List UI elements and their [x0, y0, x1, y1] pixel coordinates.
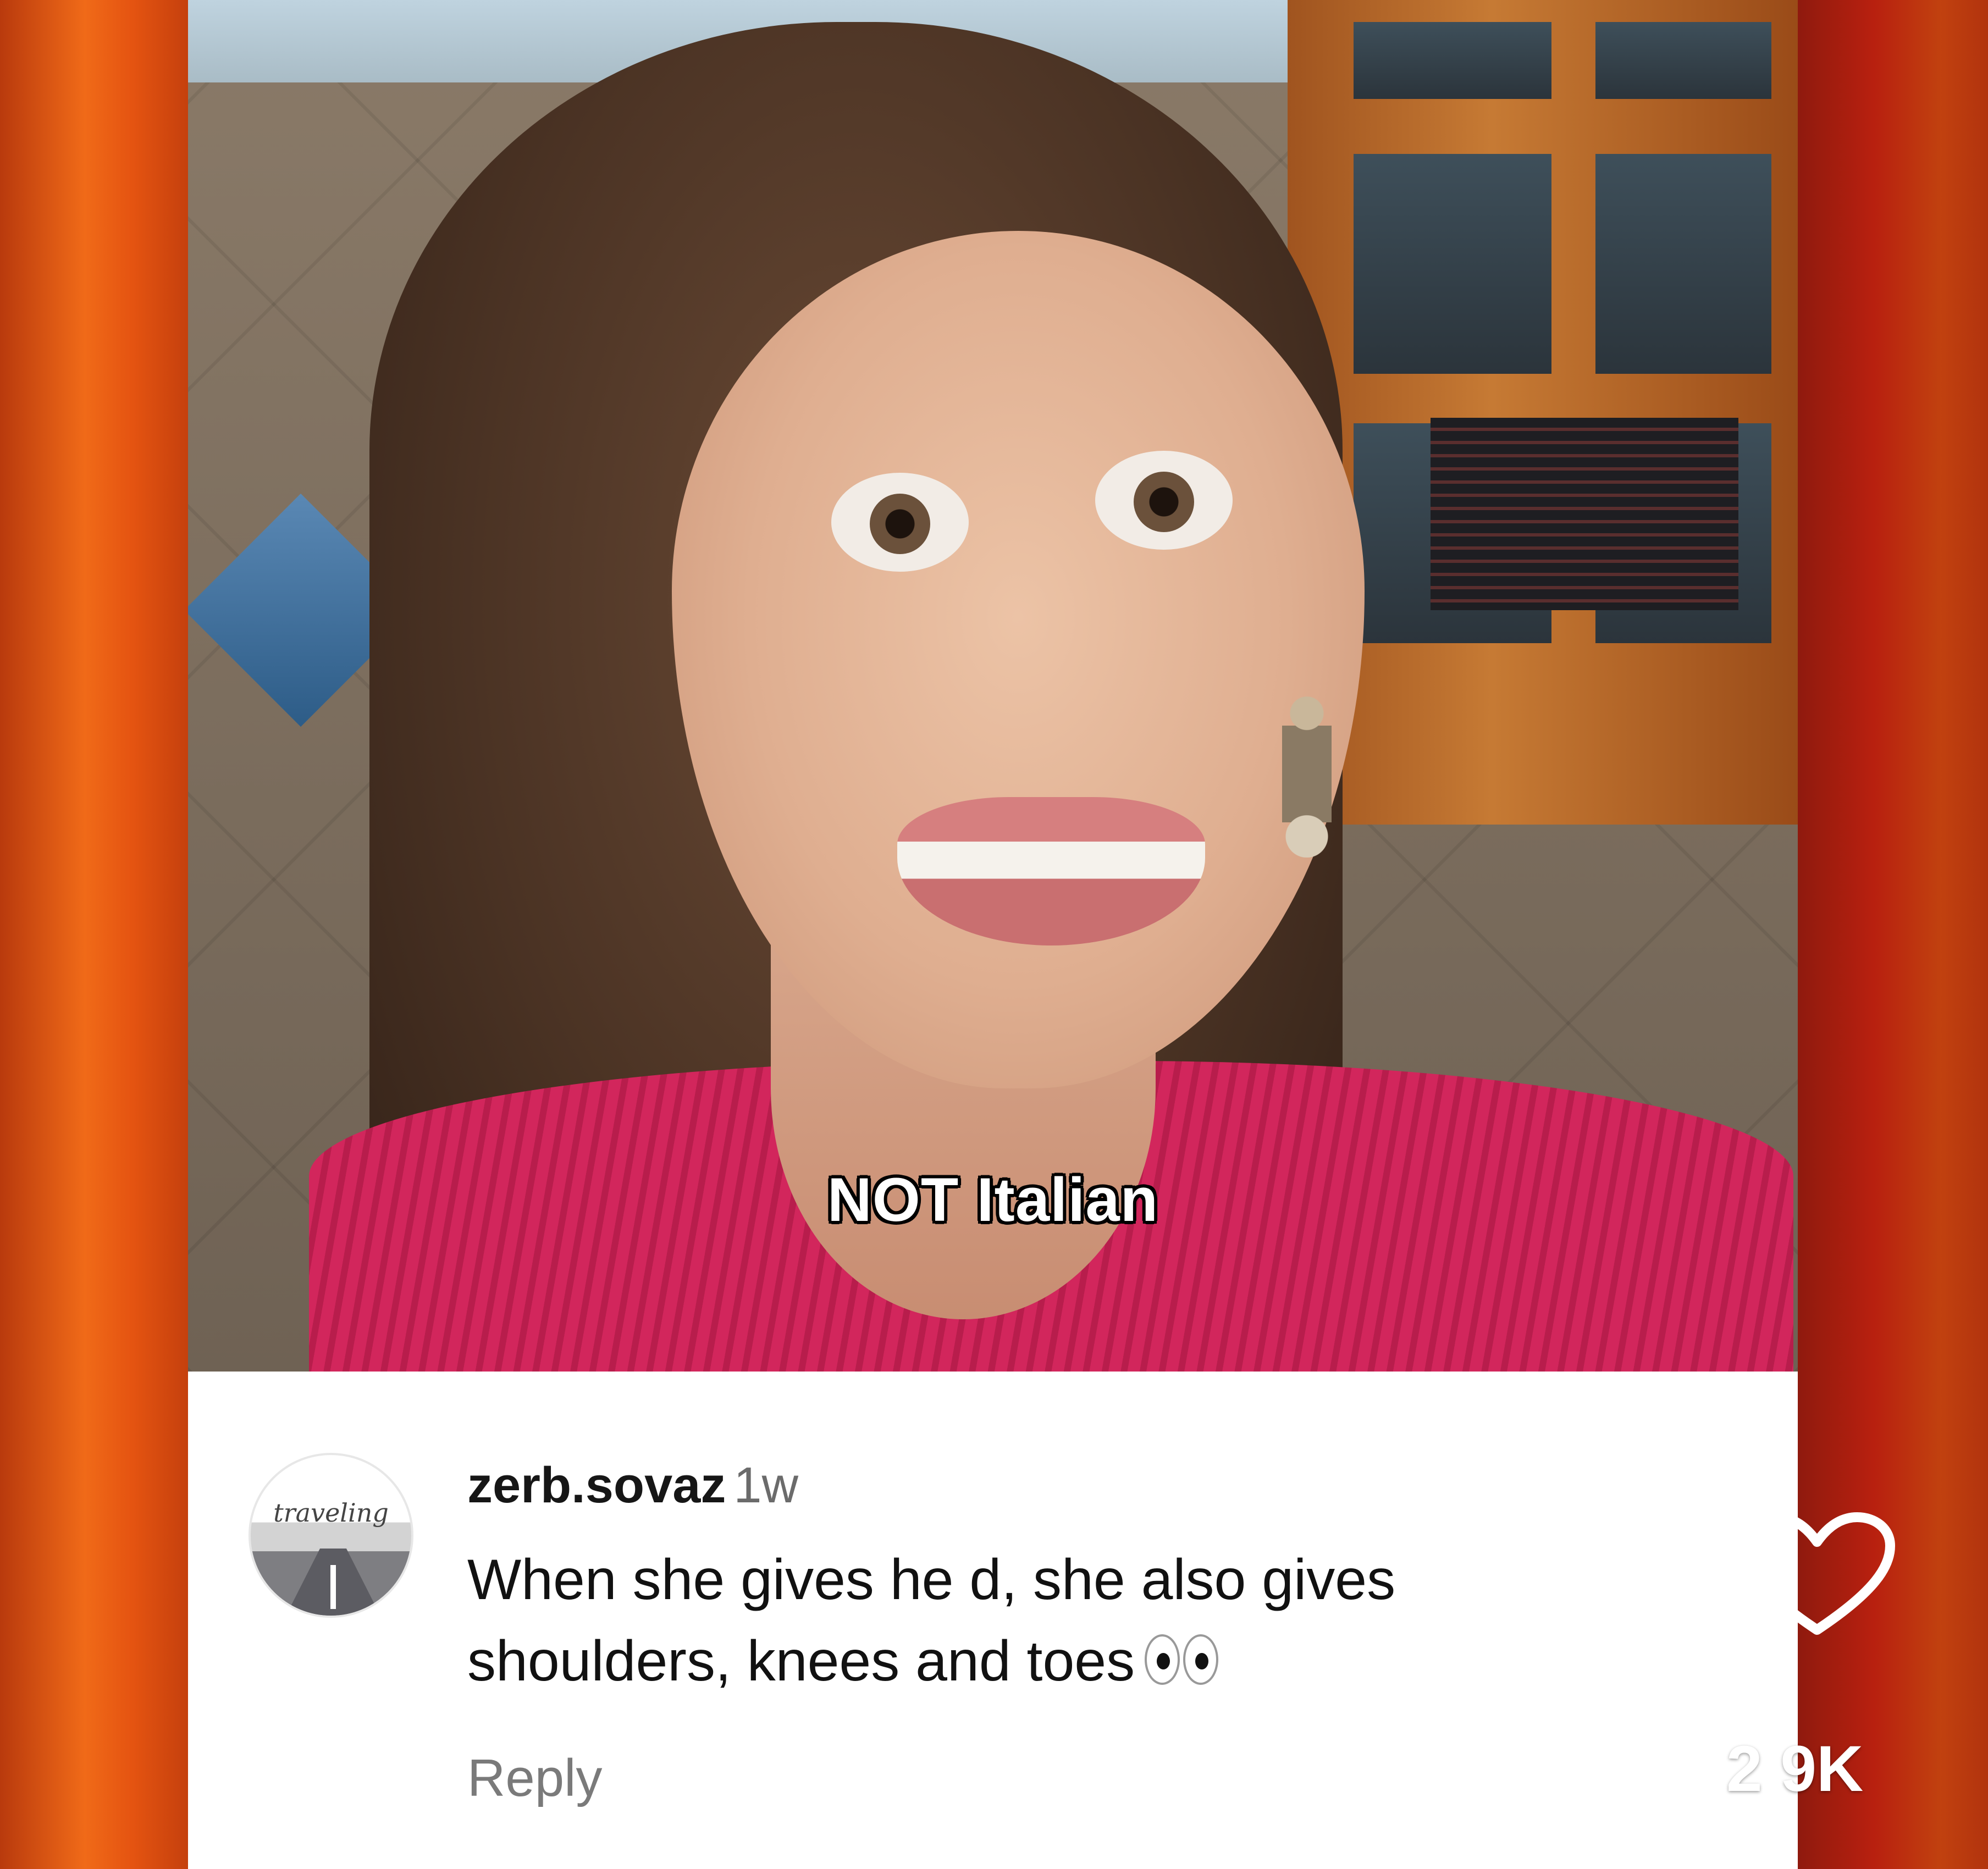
eyes-emoji-icon	[1145, 1625, 1222, 1706]
like-count: 2 9K	[1726, 1733, 1864, 1805]
username-text[interactable]: zerb.sovaz	[467, 1457, 726, 1513]
left-eye	[831, 473, 969, 572]
comment-line-2: shoulders, knees and toes	[467, 1629, 1135, 1693]
avatar[interactable]: traveling	[248, 1453, 413, 1618]
avatar-text: traveling	[273, 1498, 389, 1528]
heart-outline-icon[interactable]	[1737, 1512, 1897, 1638]
left-blur-border	[0, 0, 188, 1869]
mouth	[897, 797, 1205, 945]
video-frame[interactable]: NOT Italian	[188, 0, 1798, 1372]
video-caption: NOT Italian	[827, 1165, 1159, 1234]
comment-text: When she gives he d, she also gives shou…	[467, 1539, 1732, 1706]
comment-card: traveling zerb.sovaz 1w When she gives he…	[188, 1372, 1798, 1869]
kitchen-cabinet	[1288, 0, 1798, 825]
comment-line-1: When she gives he d, she also gives	[467, 1548, 1396, 1612]
comment-username[interactable]: zerb.sovaz 1w	[467, 1457, 798, 1514]
earring	[1282, 682, 1332, 858]
stacked-plates	[1431, 418, 1738, 610]
reply-button[interactable]: Reply	[467, 1748, 602, 1809]
comment-timestamp: 1w	[733, 1457, 799, 1513]
comment-line-2-wrap: shoulders, knees and toes	[467, 1621, 1732, 1706]
right-eye	[1095, 451, 1233, 550]
road-stripe	[330, 1565, 336, 1609]
screenshot-frame: NOT Italian traveling zerb.sovaz 1w When …	[0, 0, 1988, 1869]
